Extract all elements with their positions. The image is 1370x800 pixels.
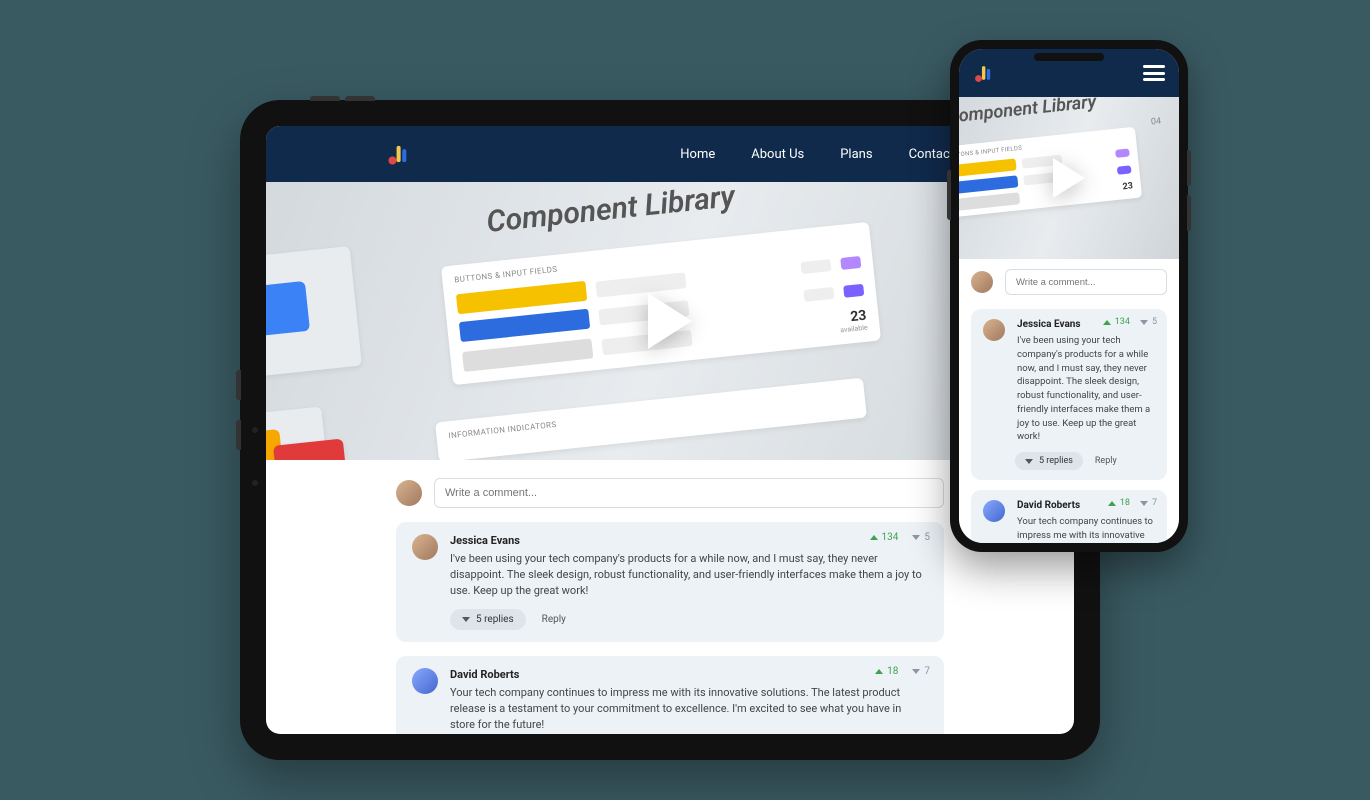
hero-section-label: INFORMATION INDICATORS: [448, 389, 853, 440]
chevron-down-icon: [912, 669, 920, 674]
hero-badge-count: 23: [1122, 181, 1133, 192]
comment-text: Your tech company continues to impress m…: [450, 685, 928, 733]
chevron-up-icon: [870, 535, 878, 540]
brand-logo-icon: [973, 62, 995, 84]
upvote-count: 18: [887, 666, 898, 677]
avatar: [983, 319, 1005, 341]
upvote-button[interactable]: 18: [875, 666, 898, 677]
chevron-down-icon: [1025, 459, 1033, 464]
chevron-down-icon: [1140, 501, 1148, 506]
phone-screen: Component Library 04 BUTTONS & INPUT FIE…: [959, 49, 1179, 543]
chevron-up-icon: [1103, 320, 1111, 325]
comments-feed: 134 5 Jessica Evans I've been using your…: [959, 259, 1179, 543]
nav-link-contact[interactable]: Contact: [909, 147, 954, 162]
comment-card: 134 5 Jessica Evans I've been using your…: [971, 309, 1167, 480]
hero-title: Component Library: [959, 97, 1097, 128]
downvote-count: 7: [1152, 498, 1157, 508]
upvote-count: 134: [882, 532, 899, 543]
hero-title: Component Library: [485, 182, 737, 240]
upvote-button[interactable]: 134: [1103, 317, 1130, 327]
comment-input[interactable]: [1005, 269, 1167, 295]
comment-text: I've been using your tech company's prod…: [1017, 334, 1155, 444]
upvote-button[interactable]: 18: [1108, 498, 1130, 508]
comment-text: I've been using your tech company's prod…: [450, 551, 928, 599]
phone-device-frame: Component Library 04 BUTTONS & INPUT FIE…: [950, 40, 1188, 552]
play-icon[interactable]: [1053, 158, 1085, 198]
hamburger-menu-icon[interactable]: [1143, 65, 1165, 81]
downvote-button[interactable]: 7: [1140, 498, 1157, 508]
tablet-side-button: [236, 370, 241, 400]
avatar: [983, 500, 1005, 522]
tablet-top-button: [345, 96, 375, 101]
chevron-down-icon: [912, 535, 920, 540]
replies-count: 5 replies: [1039, 456, 1073, 466]
downvote-button[interactable]: 5: [912, 532, 930, 543]
phone-notch: [1034, 53, 1104, 61]
downvote-count: 7: [924, 666, 930, 677]
upvote-count: 18: [1120, 498, 1130, 508]
comment-text: Your tech company continues to impress m…: [1017, 515, 1155, 543]
chevron-up-icon: [1108, 501, 1116, 506]
replies-count: 5 replies: [476, 614, 514, 625]
reply-button[interactable]: Reply: [542, 614, 566, 625]
downvote-button[interactable]: 7: [912, 666, 930, 677]
nav-link-about[interactable]: About Us: [751, 147, 804, 162]
brand-logo-icon: [386, 141, 412, 167]
chevron-down-icon: [1140, 320, 1148, 325]
hero-badge-subtext: available: [840, 324, 868, 335]
tablet-side-button: [236, 420, 241, 450]
tablet-camera-dot: [252, 480, 258, 486]
hero-buttons-card: BUTTONS & INPUT FIELDS 23: [959, 127, 1142, 219]
hero-page-index: 04: [1150, 116, 1161, 127]
replies-toggle[interactable]: 5 replies: [450, 609, 526, 630]
phone-side-button: [1187, 150, 1191, 186]
tablet-top-button: [310, 96, 340, 101]
phone-side-button: [947, 170, 951, 220]
comment-card: 134 5 Jessica Evans I've been using your…: [396, 522, 944, 642]
chevron-up-icon: [875, 669, 883, 674]
comment-card: 18 7 David Roberts Your tech company con…: [971, 490, 1167, 543]
comment-card: 18 7 David Roberts Your tech company con…: [396, 656, 944, 734]
downvote-button[interactable]: 5: [1140, 317, 1157, 327]
avatar: [396, 480, 422, 506]
reply-button[interactable]: Reply: [1095, 456, 1117, 466]
nav-link-plans[interactable]: Plans: [840, 147, 872, 162]
avatar: [971, 271, 993, 293]
chevron-down-icon: [462, 617, 470, 622]
upvote-count: 134: [1115, 317, 1130, 327]
hero-mock-tile: [266, 246, 362, 378]
avatar: [412, 668, 438, 694]
comment-input[interactable]: [434, 478, 944, 508]
replies-toggle[interactable]: 5 replies: [1015, 452, 1083, 470]
comment-composer: [396, 478, 944, 508]
avatar: [412, 534, 438, 560]
downvote-count: 5: [924, 532, 930, 543]
hero-video[interactable]: Component Library 04 BUTTONS & INPUT FIE…: [959, 97, 1179, 259]
comment-author: Jessica Evans: [450, 534, 928, 547]
comment-author: David Roberts: [450, 668, 928, 681]
nav-link-home[interactable]: Home: [680, 147, 715, 162]
tablet-camera-dot: [252, 427, 258, 433]
downvote-count: 5: [1152, 317, 1157, 327]
comment-composer: [971, 269, 1167, 295]
play-icon[interactable]: [648, 293, 692, 349]
upvote-button[interactable]: 134: [870, 532, 899, 543]
hero-indicators-card: INFORMATION INDICATORS: [435, 378, 867, 460]
phone-side-button: [1187, 195, 1191, 231]
